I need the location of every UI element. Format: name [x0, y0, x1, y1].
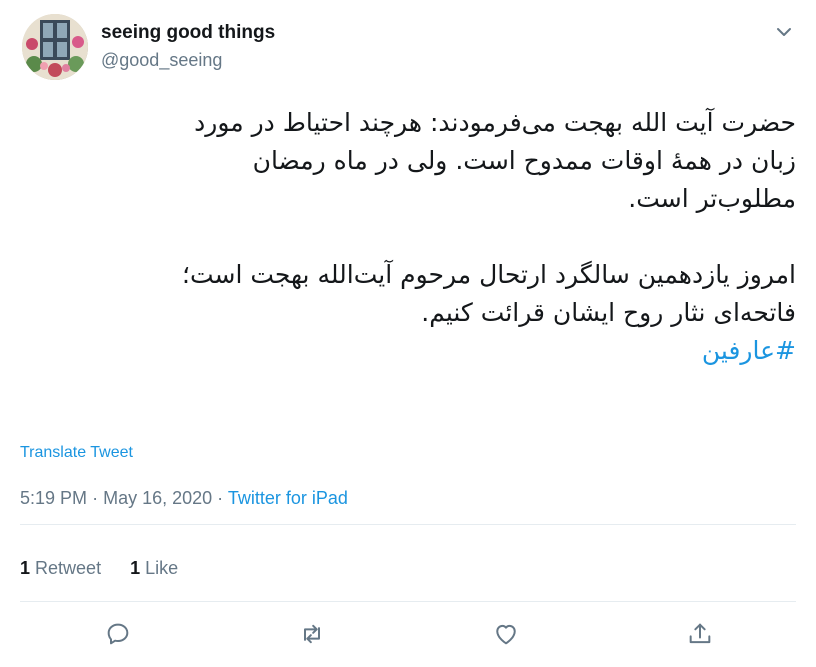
tweet-line: امروز یازدهمین سالگرد ارتحال مرحوم آیت‌ا…: [182, 260, 796, 289]
retweet-stat-label: Retweet: [35, 558, 102, 578]
tweet-source-link[interactable]: Twitter for iPad: [228, 488, 348, 508]
meta-separator: ·: [217, 488, 224, 508]
chevron-down-icon: [777, 28, 791, 36]
divider: [20, 601, 796, 602]
retweet-count: 1: [20, 558, 31, 578]
retweet-icon: [304, 624, 320, 644]
hashtag-link[interactable]: #عارفین: [20, 332, 796, 370]
retweet-button[interactable]: [298, 620, 326, 648]
like-count: 1: [130, 558, 141, 578]
like-stat[interactable]: 1 Like: [130, 558, 178, 578]
heart-icon: [496, 624, 516, 645]
reply-icon: [107, 623, 129, 645]
tweet-date[interactable]: May 16, 2020: [103, 488, 212, 508]
tweet-line: مطلوب‌تر است.: [628, 184, 796, 213]
like-stat-label: Like: [145, 558, 179, 578]
avatar[interactable]: [22, 14, 88, 80]
more-options-button[interactable]: [772, 20, 796, 44]
share-icon: [689, 623, 711, 644]
tweet-meta: 5:19 PM · May 16, 2020 · Twitter for iPa…: [20, 488, 348, 509]
tweet-stats: 1 Retweet 1 Like: [20, 558, 202, 579]
username[interactable]: @good_seeing: [101, 50, 222, 71]
tweet-actions: [0, 620, 816, 650]
tweet-line: فاتحه‌ای نثار روح ایشان قرائت کنیم.: [421, 298, 796, 327]
tweet-time[interactable]: 5:19 PM: [20, 488, 87, 508]
tweet-line: زبان در همهٔ اوقات ممدوح است. ولی در ماه…: [252, 146, 796, 175]
divider: [20, 524, 796, 525]
translate-tweet-link[interactable]: Translate Tweet: [20, 444, 133, 462]
tweet-line: حضرت آیت الله بهجت می‌فرمودند: هرچند احت…: [194, 108, 796, 137]
meta-separator: ·: [92, 488, 99, 508]
reply-button[interactable]: [104, 620, 132, 648]
avatar-image: [22, 14, 88, 80]
display-name[interactable]: seeing good things: [101, 22, 275, 44]
like-button[interactable]: [492, 620, 520, 648]
tweet-text: حضرت آیت الله بهجت می‌فرمودند: هرچند احت…: [20, 104, 796, 370]
share-button[interactable]: [686, 620, 714, 648]
retweet-stat[interactable]: 1 Retweet: [20, 558, 101, 578]
